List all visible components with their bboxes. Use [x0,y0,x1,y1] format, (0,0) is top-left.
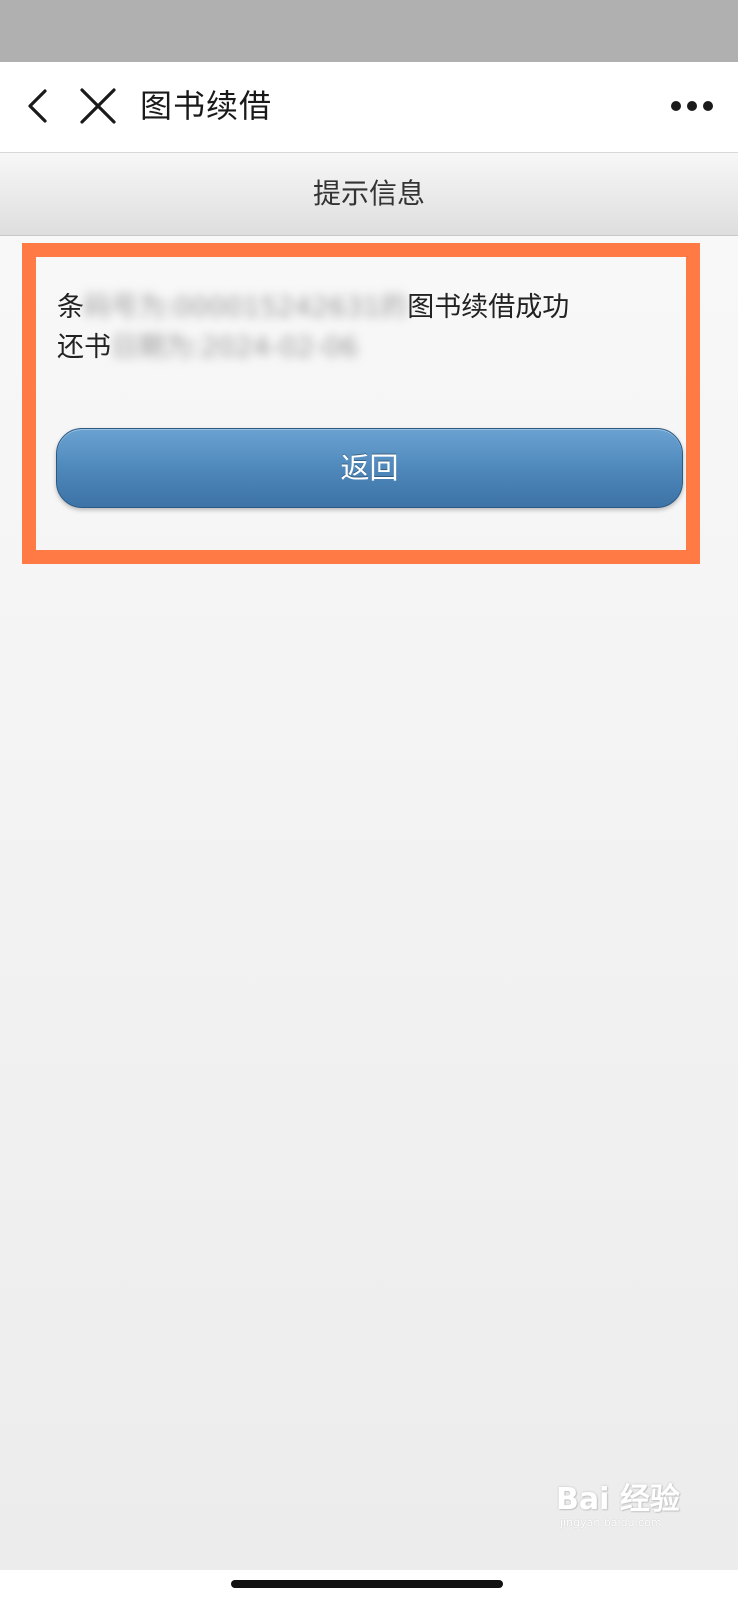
message-line-1: 条码号为:000015242631的图书续借成功 [57,288,697,328]
home-indicator[interactable] [231,1580,503,1588]
blurred-barcode: 码号为:000015242631的 [84,292,408,323]
chevron-left-icon [28,89,47,123]
message-line-2: 还书日期为:2024-02-06 [57,328,697,368]
navigation-bar: 图书续借 [0,62,738,153]
message-text: 图书续借成功 [407,292,570,323]
status-bar [0,0,738,62]
watermark-logo: Bai 经验 [556,1482,680,1517]
return-button[interactable]: 返回 [56,428,683,508]
message-text: 还书 [57,332,111,363]
close-icon [80,88,116,124]
result-message: 条码号为:000015242631的图书续借成功 还书日期为:2024-02-0… [57,288,697,368]
message-text: 条 [57,292,84,323]
close-button[interactable] [76,84,120,128]
more-button[interactable] [668,84,716,128]
blurred-due-date: 日期为:2024-02-06 [111,332,359,363]
section-header: 提示信息 [0,153,738,236]
watermark-url: jingyan.baidu.com [560,1516,662,1529]
page-title: 图书续借 [140,87,273,125]
watermark: Bai 经验 jingyan.baidu.com [556,1468,726,1558]
back-button[interactable] [18,84,62,128]
more-dots-icon [671,101,713,111]
